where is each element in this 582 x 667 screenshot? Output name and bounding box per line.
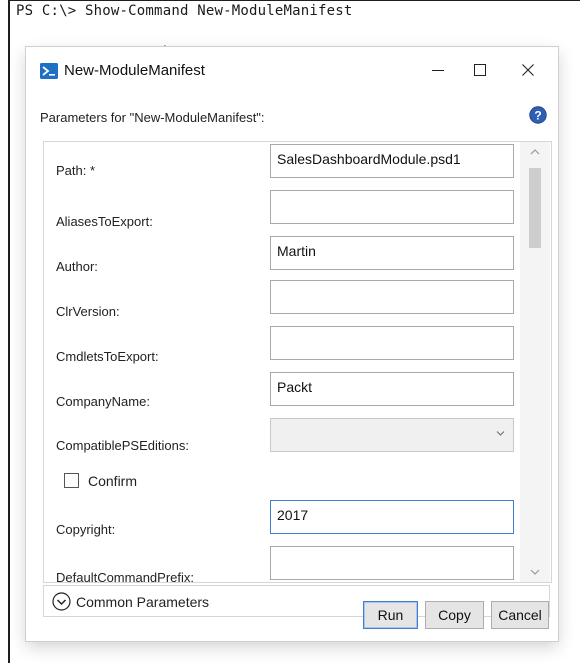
copy-button[interactable]: Copy [425,601,484,629]
param-label-clr: ClrVersion: [56,304,120,319]
console-command-line: PS C:\> Show-Command New-ModuleManifest [16,3,353,19]
compatible-ps-editions-dropdown[interactable] [270,418,514,452]
param-label-prefix: DefaultCommandPrefix: [56,570,194,583]
param-label-aliases: AliasesToExport: [56,214,153,229]
powershell-icon [40,63,58,79]
expand-circle-icon [52,592,71,611]
cancel-button[interactable]: Cancel [491,601,549,629]
common-parameters-label: Common Parameters [76,594,210,610]
help-icon[interactable]: ? [529,106,547,124]
minimize-button[interactable] [416,55,460,85]
confirm-checkbox[interactable] [64,473,79,488]
param-label-path: Path: * [56,163,96,178]
scroll-up-icon[interactable] [528,146,542,158]
run-button[interactable]: Run [363,601,418,629]
scrollbar-thumb[interactable] [529,168,541,248]
confirm-label: Confirm [88,473,138,489]
param-label-company: CompanyName: [56,394,150,409]
maximize-button[interactable] [458,55,502,85]
default-command-prefix-field[interactable] [270,546,514,580]
minimize-icon [432,70,444,71]
aliases-to-export-field[interactable] [270,190,514,224]
window-title: New-ModuleManifest [64,62,205,79]
scroll-down-icon[interactable] [528,566,542,578]
parameters-label: Parameters for "New-ModuleManifest": [40,110,265,125]
parameter-panel: Path: * SalesDashboardModule.psd1 Aliase… [43,141,552,583]
copyright-field[interactable]: 2017 [270,500,514,534]
param-label-copyright: Copyright: [56,522,116,537]
clr-version-field[interactable] [270,280,514,314]
author-field[interactable]: Martin [270,236,514,270]
company-name-field[interactable]: Packt [270,372,514,406]
title-bar[interactable]: New-ModuleManifest [26,47,558,93]
path-field[interactable]: SalesDashboardModule.psd1 [270,144,514,178]
maximize-icon [474,64,486,76]
vertical-scrollbar[interactable] [520,142,550,582]
chevron-down-icon [496,431,505,436]
show-command-dialog: New-ModuleManifest Parameters for "New-M… [26,47,558,641]
svg-text:?: ? [534,108,541,122]
param-label-author: Author: [56,259,98,274]
cmdlets-to-export-field[interactable] [270,326,514,360]
param-label-cmdlets: CmdletsToExport: [56,349,159,364]
close-icon [522,64,534,76]
param-label-editions: CompatiblePSEditions: [56,438,189,453]
close-button[interactable] [506,55,550,85]
